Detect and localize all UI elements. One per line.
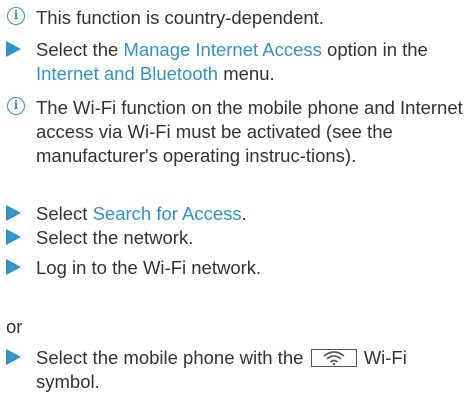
- step-text: Log in to the Wi-Fi network.: [36, 257, 262, 278]
- step-arrow-icon: [6, 41, 21, 57]
- wifi-symbol-icon: [310, 349, 357, 367]
- step-text-part: Select: [36, 203, 93, 224]
- step-search-for-access: Select Search for Access.: [6, 202, 466, 226]
- or-separator: or: [6, 316, 23, 337]
- note-wifi-prereq: i The Wi-Fi function on the mobile phone…: [6, 96, 466, 168]
- step-text: Select the network.: [36, 227, 194, 248]
- wifi-icon: [323, 351, 345, 365]
- step-arrow-icon: [6, 259, 21, 275]
- step-login: Log in to the Wi-Fi network.: [6, 256, 466, 280]
- step-text-part: option in the: [321, 39, 428, 60]
- manage-internet-access-link: Manage Internet Access: [123, 39, 322, 60]
- search-for-access-link: Search for Access: [92, 203, 242, 224]
- internet-and-bluetooth-link: Internet and Bluetooth: [36, 63, 219, 84]
- step-manage-internet-access: Select the Manage Internet Access option…: [6, 38, 466, 86]
- note-text: The Wi-Fi function on the mobile phone a…: [36, 97, 463, 166]
- step-arrow-icon: [6, 205, 21, 221]
- step-select-mobile-phone: Select the mobile phone with the Wi-Fi s…: [6, 346, 466, 394]
- step-text-part: Select the mobile phone with the: [36, 347, 304, 368]
- step-arrow-icon: [6, 229, 21, 245]
- info-icon: i: [7, 7, 25, 25]
- step-text: Select the mobile phone with the Wi-Fi s…: [36, 346, 466, 394]
- step-arrow-icon: [6, 349, 21, 365]
- step-text-part: .: [241, 203, 247, 224]
- info-icon: i: [7, 97, 25, 115]
- note-text: This function is country-dependent.: [36, 7, 324, 28]
- step-select-network: Select the network.: [6, 226, 466, 250]
- note-country: i This function is country-dependent.: [6, 6, 466, 30]
- step-text-part: menu.: [218, 63, 275, 84]
- step-text: Select the Manage Internet Access option…: [36, 38, 466, 86]
- step-text: Select Search for Access.: [36, 202, 466, 226]
- step-text-part: Select the: [36, 39, 124, 60]
